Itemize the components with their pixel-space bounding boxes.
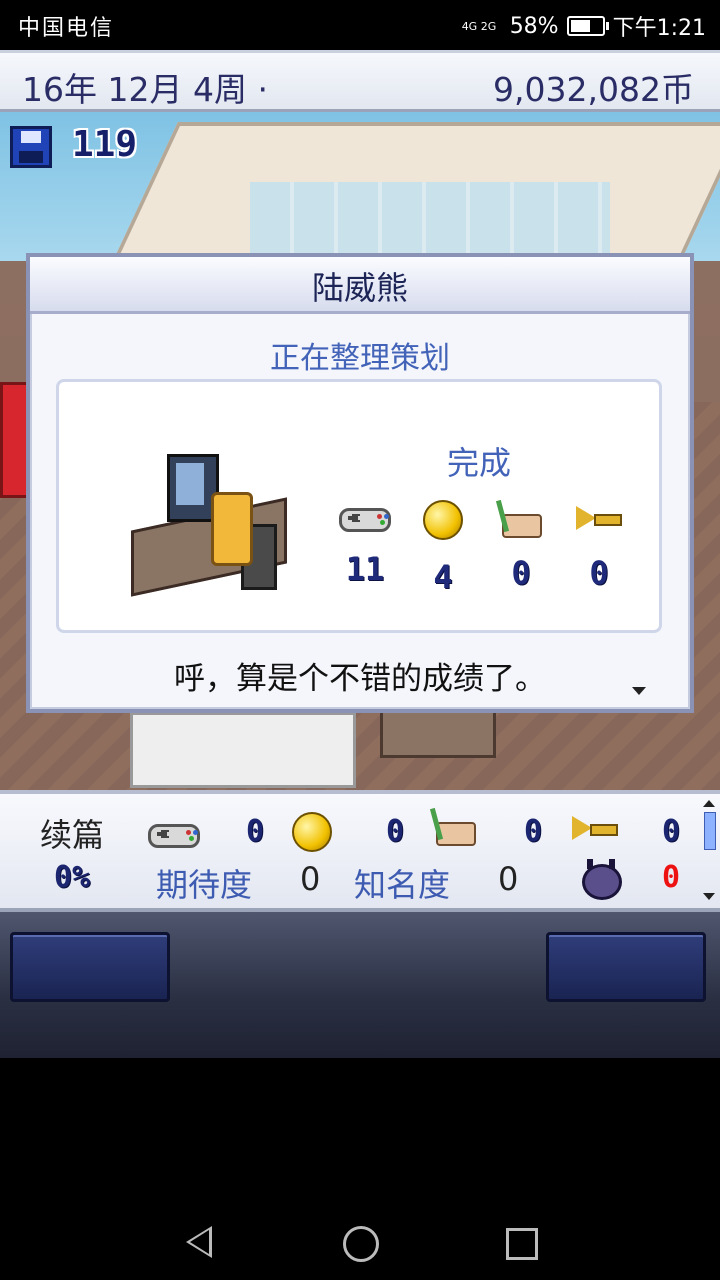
bug-count: 0 (662, 860, 681, 895)
money-display: 9,032,082币 (493, 70, 694, 109)
trumpet-icon (576, 500, 622, 536)
panel-scrollbar[interactable] (702, 800, 716, 900)
left-command-button[interactable] (10, 932, 170, 1002)
continue-arrow-icon[interactable] (632, 687, 646, 695)
graphics-value: 0 (524, 814, 543, 849)
expectation-label: 期待度 (156, 866, 253, 904)
bear-worker-graphic (211, 492, 253, 566)
battery-percent: 58% (509, 13, 559, 39)
activity-text: 正在整理策划 (270, 341, 450, 376)
stat-sound: 0 (569, 500, 629, 592)
trumpet-icon (572, 810, 618, 846)
scroll-down-icon[interactable] (703, 893, 715, 900)
bug-monster-icon (582, 859, 622, 900)
result-panel: 完成 11 4 0 0 (56, 379, 662, 633)
fun-value: 0 (246, 814, 265, 849)
stat-creativity: 4 (413, 500, 473, 596)
status-right: 4G 2G 58% 下午1:21 (462, 10, 706, 42)
home-icon[interactable] (343, 1226, 379, 1262)
right-command-button[interactable] (546, 932, 706, 1002)
fame-value: 0 (498, 860, 519, 898)
signal-icon: 4G 2G (461, 19, 497, 33)
stat-fun: 11 (335, 500, 395, 588)
command-bar (0, 912, 720, 1058)
game-date: 16年 12月 4周 · (22, 70, 268, 109)
system-status-bar: 中国电信 4G 2G 58% 下午1:21 (0, 0, 720, 50)
clock: 下午1:21 (612, 16, 706, 41)
coin-icon (292, 812, 332, 852)
paint-palette-icon (432, 808, 478, 846)
stat-value: 0 (511, 554, 531, 592)
worker-at-desk-illustration (131, 454, 291, 604)
floppy-disk-icon[interactable] (10, 126, 52, 168)
result-stats: 11 4 0 0 (335, 500, 635, 596)
development-progress: 0% (54, 860, 91, 895)
gamepad-icon (339, 508, 391, 532)
stat-value: 4 (433, 558, 453, 596)
recent-apps-icon[interactable] (506, 1228, 538, 1260)
paint-palette-icon (498, 500, 544, 538)
creativity-value: 0 (386, 814, 405, 849)
game-project-panel[interactable]: 续篇 0 0 0 0 0% 期待度 0 知名度 0 0 (0, 790, 720, 912)
fame-label: 知名度 (354, 866, 451, 904)
stat-value: 11 (345, 550, 385, 588)
system-nav-bar (0, 1200, 720, 1280)
carrier-name: 中国电信 (18, 16, 115, 41)
staff-dialog[interactable]: 陆威熊 正在整理策划 完成 11 4 0 0 呼，算是个不错的成绩了。 (26, 253, 694, 713)
stat-graphics: 0 (491, 500, 551, 592)
sound-value: 0 (662, 814, 681, 849)
status-text: 完成 (447, 444, 512, 482)
office-desk[interactable] (130, 712, 356, 788)
coin-icon (423, 500, 463, 540)
save-count: 119 (72, 124, 138, 165)
stat-value: 0 (589, 554, 609, 592)
battery-icon (566, 16, 609, 36)
game-info-bar[interactable]: 16年 12月 4周 · 9,032,082币 (0, 50, 720, 112)
expectation-value: 0 (300, 860, 321, 898)
gamepad-icon (148, 824, 200, 848)
dialog-message: 呼，算是个不错的成绩了。 (174, 661, 546, 697)
sequel-label: 续篇 (40, 816, 105, 854)
scroll-thumb[interactable] (704, 812, 716, 850)
staff-name: 陆威熊 (30, 257, 690, 314)
scroll-up-icon[interactable] (703, 800, 715, 807)
back-icon[interactable] (186, 1226, 212, 1258)
